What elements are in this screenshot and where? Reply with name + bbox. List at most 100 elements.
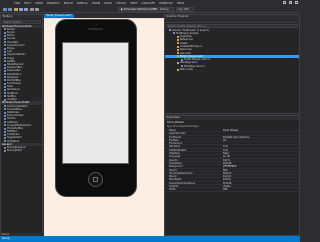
property-value[interactable]: Infinity — [221, 178, 299, 181]
configuration-combo[interactable]: Debug — [158, 7, 174, 12]
solution-tree-item[interactable]: Web.config — [165, 68, 299, 71]
menu-item[interactable]: TEST — [130, 1, 137, 5]
property-name: Foreground — [169, 142, 183, 145]
minimize-icon[interactable] — [283, 1, 286, 4]
properties-grid: Name Fisrst_Phase1 ApplicationBar FontFamil… — [165, 129, 299, 192]
menu-item[interactable]: ANALYZE — [142, 1, 155, 5]
property-value-text: Stretch — [223, 171, 232, 175]
property-value-text: 0,0,0,0 — [223, 175, 232, 178]
open-folder-icon[interactable] — [14, 7, 18, 11]
property-name: IsEnabled — [169, 145, 181, 148]
property-value[interactable]: Stretch — [221, 171, 299, 175]
property-value[interactable]: Portrait — [221, 181, 299, 185]
property-name: Height — [169, 168, 177, 171]
menu-item[interactable]: VIEW — [35, 1, 43, 5]
back-icon[interactable] — [3, 7, 7, 11]
property-value-text: 800 — [223, 168, 228, 171]
file-icon — [177, 55, 179, 58]
menu-item[interactable]: WINDOW — [159, 1, 173, 5]
property-value[interactable]: 0,0,0,0 — [221, 175, 299, 178]
toolbox-item-label: WrapPanel — [7, 139, 20, 143]
property-value-text: Fisrst_Phase1 — [223, 129, 239, 132]
property-value-text: Portrait — [223, 181, 232, 185]
menu-item[interactable]: DEBUG — [77, 1, 88, 5]
undo-icon[interactable] — [30, 7, 34, 11]
property-name: Orientation — [169, 161, 182, 165]
property-name: FontSize — [169, 138, 179, 142]
property-value[interactable] — [221, 132, 299, 135]
status-text: Ready — [2, 237, 11, 240]
toolbox-search-input[interactable]: Search Toolbox — [2, 20, 41, 24]
file-icon — [181, 65, 183, 68]
property-row: Width 480 — [165, 188, 299, 192]
file-icon — [177, 68, 179, 71]
property-name: IsHitTestVisible — [169, 148, 187, 152]
file-icon — [181, 58, 183, 61]
status-bar: Ready — [0, 236, 300, 242]
property-name: Name — [169, 129, 176, 132]
property-name: Opacity — [169, 158, 178, 161]
property-value-text: en-US — [223, 155, 230, 158]
property-value-text: False — [223, 152, 229, 155]
menu-item[interactable]: PROJECT — [47, 1, 60, 5]
property-name: ApplicationBar — [169, 132, 186, 135]
property-value[interactable]: en-US — [221, 155, 299, 158]
file-icon — [177, 45, 179, 48]
property-value-text: True — [223, 148, 228, 152]
property-value-text: Visible — [223, 185, 231, 188]
toolbox-item[interactable]: BindingEditor — [1, 149, 42, 152]
toolbox-item[interactable]: ViewBox — [1, 98, 42, 101]
save-all-icon[interactable] — [24, 7, 28, 11]
file-icon — [177, 38, 179, 41]
menu-item[interactable]: FILE — [14, 1, 20, 5]
solution-tree-label: Web.config — [180, 68, 193, 72]
property-name: Visibility — [169, 185, 179, 188]
property-value[interactable]: Fisrst_Phase1 — [221, 129, 299, 132]
property-value-text: Portrait — [223, 161, 232, 165]
property-value[interactable]: True — [221, 145, 299, 148]
toolbox-list: Windows Phone Controls Pointer Border Butto… — [1, 24, 42, 153]
property-value[interactable]: Visible — [221, 185, 299, 188]
toolbox-item-label: ViewBox — [7, 98, 17, 102]
menu-item[interactable]: HELP — [177, 1, 185, 5]
file-icon — [173, 32, 175, 35]
save-icon[interactable] — [19, 7, 23, 11]
close-icon[interactable] — [295, 1, 298, 4]
menu-item[interactable]: TOOLS — [116, 1, 126, 5]
home-square-icon — [93, 177, 98, 182]
platform-combo[interactable]: Any CPU — [176, 7, 194, 12]
toolbox-item-label: BindingEditor — [7, 149, 23, 153]
start-debugging-button[interactable]: ▶ Emulator WVGA 512MB — [118, 7, 160, 12]
property-value[interactable] — [221, 142, 299, 145]
property-value[interactable]: True — [221, 148, 299, 152]
file-icon — [177, 62, 179, 65]
menu-item[interactable]: TEAM — [92, 1, 100, 5]
phone-screen-page[interactable] — [62, 42, 129, 164]
property-value-text: 480 — [223, 188, 228, 191]
property-value[interactable]: Portrait — [221, 161, 299, 165]
menu-item[interactable]: DATA — [104, 1, 112, 5]
forward-icon[interactable] — [8, 7, 12, 11]
menu-item[interactable]: EDIT — [24, 1, 31, 5]
file-icon — [177, 35, 179, 38]
property-value[interactable]: Portable User Interface — [221, 135, 299, 138]
solution-explorer-search-input[interactable]: Search Solution Explorer (Ctrl+;) — [166, 24, 298, 28]
file-icon — [177, 52, 179, 55]
toolbox-item[interactable]: WrapPanel — [1, 140, 42, 143]
solution-explorer-toolbar — [165, 19, 299, 23]
property-name: MaxHeight — [169, 178, 182, 181]
property-value[interactable]: False — [221, 152, 299, 155]
redo-icon[interactable] — [35, 7, 39, 11]
property-value-text: 20 — [223, 138, 226, 142]
menu-item[interactable]: BUILD — [64, 1, 73, 5]
property-value[interactable]: #FFE6E6E6 — [221, 165, 299, 168]
phone-earpiece — [88, 28, 103, 30]
property-value-text: True — [223, 145, 228, 148]
property-value[interactable]: 20 — [221, 138, 299, 142]
phone-camera-icon — [95, 23, 97, 25]
property-value[interactable]: 100 % — [221, 158, 299, 161]
property-value[interactable]: 480 — [221, 188, 299, 191]
maximize-icon[interactable] — [289, 1, 292, 4]
property-value[interactable]: 800 — [221, 168, 299, 171]
property-value-text: Portable User Interface — [223, 135, 250, 138]
